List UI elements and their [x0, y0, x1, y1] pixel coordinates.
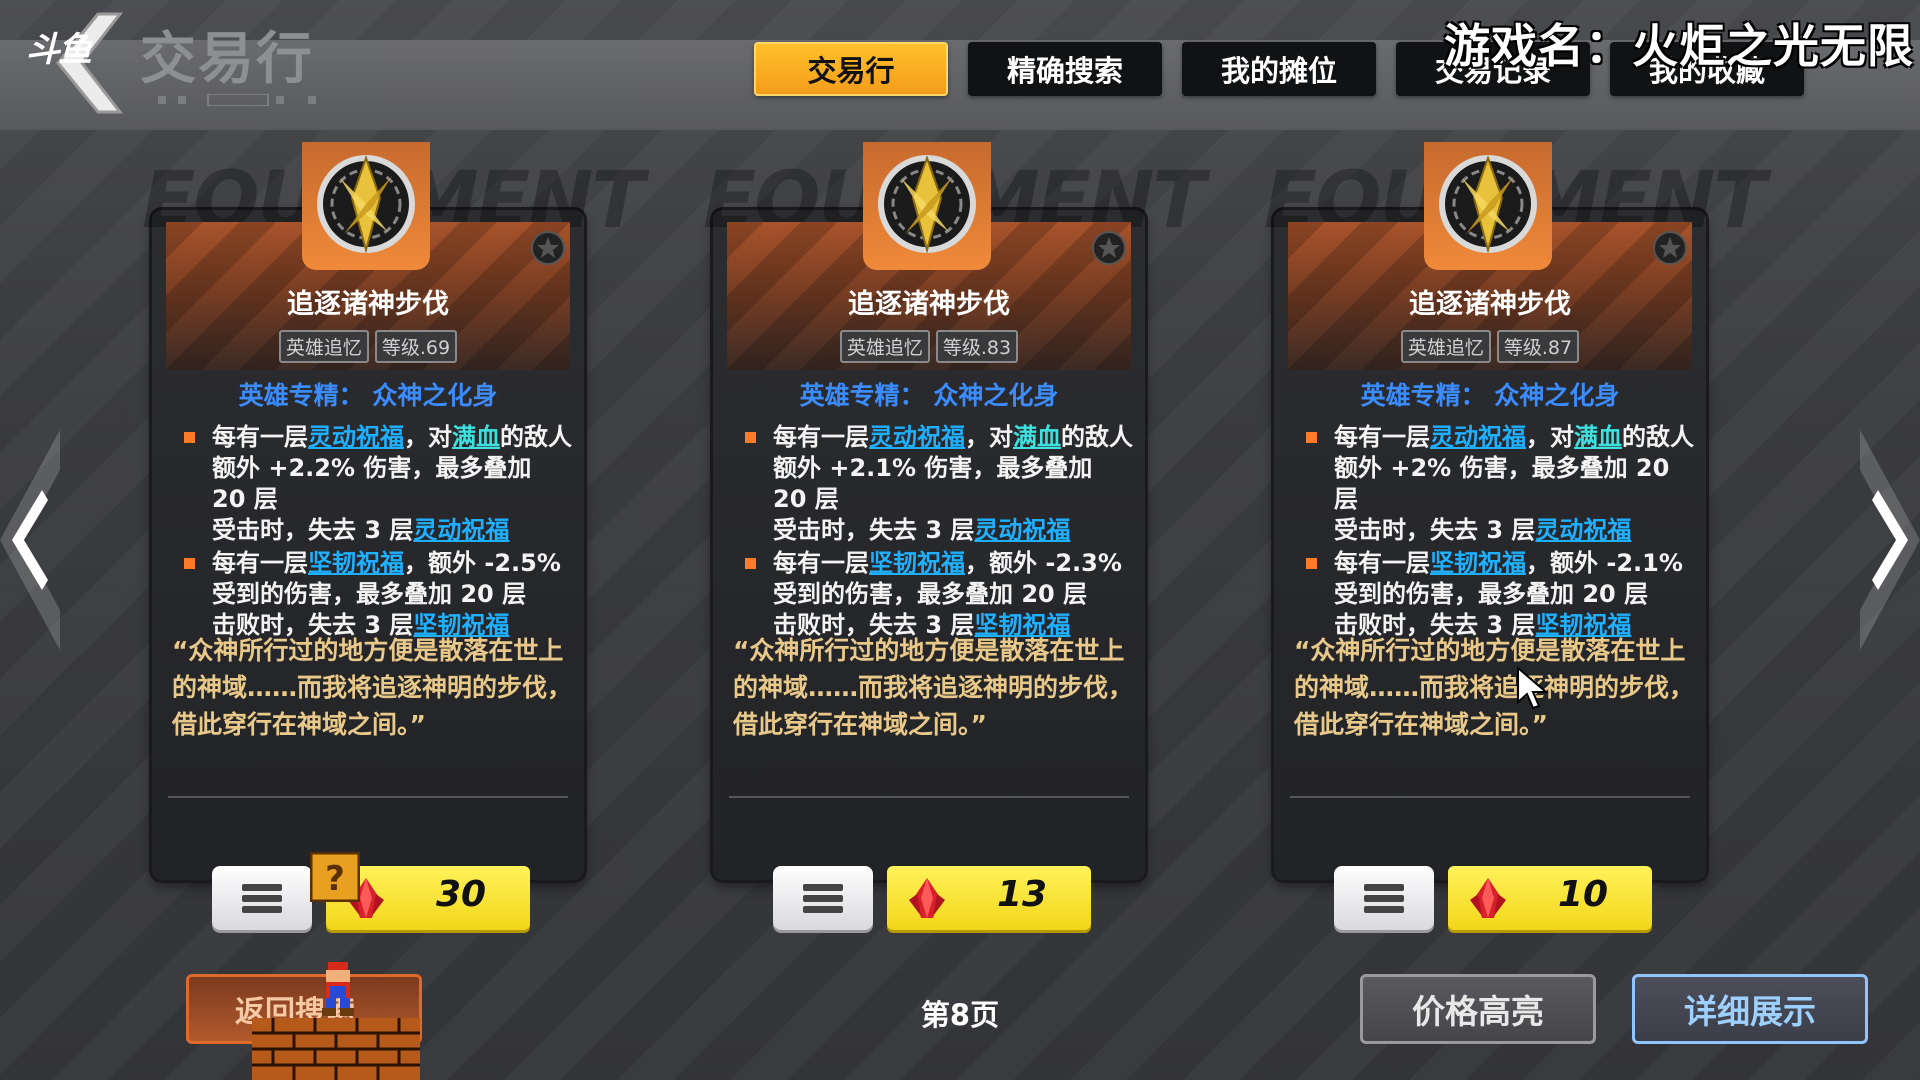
- keyword-link[interactable]: 灵动祝福: [974, 516, 1070, 544]
- item-icon-box: [863, 142, 991, 270]
- right-arrow-icon[interactable]: [1860, 430, 1920, 650]
- affix-text: 受击时，失去 3 层: [1334, 516, 1536, 544]
- tag-type: 英雄追忆: [839, 330, 930, 363]
- affix-1: 每有一层灵动祝福，对满血的敌人额外 +2.1% 伤害，最多叠加 20 层 受击时…: [743, 422, 1133, 546]
- divider: [729, 796, 1129, 798]
- affix-list: 每有一层灵动祝福，对满血的敌人额外 +2.1% 伤害，最多叠加 20 层 受击时…: [743, 422, 1133, 643]
- keyword-link[interactable]: 坚韧祝福: [308, 549, 404, 577]
- listing-card[interactable]: EQUIPMENT 追逐诸神步伐 英雄追忆 等级.69 英雄专精： 众神之化身 …: [142, 142, 645, 880]
- affix-1: 每有一层灵动祝福，对满血的敌人额外 +2% 伤害，最多叠加 20 层 受击时，失…: [1304, 422, 1694, 546]
- flavor-quote: “众神所行过的地方便是散落在世上的神域……而我将追逐神明的步伐，借此穿行在神域之…: [733, 636, 1134, 739]
- item-icon-box: [302, 142, 430, 270]
- hero-spec: 英雄专精： 众神之化身: [152, 376, 584, 412]
- mouse-cursor-icon: [1517, 666, 1549, 710]
- flavor-quote: “众神所行过的地方便是散落在世上的神域……而我将追逐神明的步伐，借此穿行在神域之…: [1294, 636, 1695, 739]
- price-value: 30: [435, 874, 487, 915]
- title-decoration: [158, 94, 316, 106]
- affix-text: ，对: [1526, 423, 1574, 451]
- detail-view-button[interactable]: 详细展示: [1632, 974, 1868, 1044]
- menu-lines-icon[interactable]: [1334, 866, 1434, 930]
- affix-text: 每有一层: [212, 549, 308, 577]
- gold-crest-icon: [878, 154, 976, 254]
- item-name: 追逐诸神步伐: [1409, 289, 1571, 320]
- keyword-link[interactable]: 灵动祝福: [869, 423, 965, 451]
- affix-text: ，对: [404, 423, 452, 451]
- listing-card[interactable]: EQUIPMENT 追逐诸神步伐 英雄追忆 等级.83 英雄专精： 众神之化身 …: [703, 142, 1206, 880]
- affix-2: 每有一层坚韧祝福，额外 -2.3% 受到的伤害，最多叠加 20 层 击败时，失去…: [743, 548, 1133, 641]
- tag-level: 等级.87: [1496, 330, 1580, 363]
- item-icon-box: [1424, 142, 1552, 270]
- red-crystal-icon: [1470, 878, 1506, 918]
- hero-spec: 英雄专精： 众神之化身: [1274, 376, 1706, 412]
- price-value: 13: [996, 874, 1048, 915]
- star-icon[interactable]: [1652, 230, 1688, 266]
- affix-text: 受击时，失去 3 层: [773, 516, 975, 544]
- keyword-link[interactable]: 灵动祝福: [413, 516, 509, 544]
- tab-trading[interactable]: 交易行: [754, 42, 948, 96]
- item-name: 追逐诸神步伐: [287, 289, 449, 320]
- affix-text: 每有一层: [212, 423, 308, 451]
- affix-text: ，对: [965, 423, 1013, 451]
- tag-level: 等级.83: [935, 330, 1019, 363]
- spec-label: 英雄专精：: [238, 381, 364, 410]
- affix-list: 每有一层灵动祝福，对满血的敌人额外 +2% 伤害，最多叠加 20 层 受击时，失…: [1304, 422, 1694, 643]
- red-crystal-icon: [909, 878, 945, 918]
- tab-precise-search[interactable]: 精确搜索: [968, 42, 1162, 96]
- price-button[interactable]: 10: [1448, 866, 1652, 930]
- divider: [168, 796, 568, 798]
- hero-spec: 英雄专精： 众神之化身: [713, 376, 1145, 412]
- price-highlight-button[interactable]: 价格高亮: [1360, 974, 1596, 1044]
- menu-lines-icon[interactable]: [773, 866, 873, 930]
- affix-1: 每有一层灵动祝福，对满血的敌人额外 +2.2% 伤害，最多叠加 20 层 受击时…: [182, 422, 572, 546]
- left-arrow-icon[interactable]: [0, 430, 60, 650]
- question-block-icon: ?: [310, 852, 360, 902]
- keyword-link[interactable]: 灵动祝福: [1535, 516, 1631, 544]
- affix-text: 每有一层: [1334, 423, 1430, 451]
- item-tags: 英雄追忆 等级.69: [152, 330, 584, 363]
- tab-my-stall[interactable]: 我的摊位: [1182, 42, 1376, 96]
- star-icon[interactable]: [530, 230, 566, 266]
- keyword-link[interactable]: 灵动祝福: [308, 423, 404, 451]
- price-value: 10: [1557, 874, 1609, 915]
- gold-crest-icon: [1439, 154, 1537, 254]
- spec-value: 众神之化身: [1494, 381, 1620, 410]
- listing-card[interactable]: EQUIPMENT 追逐诸神步伐 英雄追忆 等级.87 英雄专精： 众神之化身 …: [1264, 142, 1767, 880]
- game-name-watermark: 游戏名：火炬之光无限: [1444, 19, 1914, 73]
- keyword-link[interactable]: 满血: [452, 423, 500, 451]
- tag-type: 英雄追忆: [278, 330, 369, 363]
- item-name: 追逐诸神步伐: [848, 289, 1010, 320]
- spec-label: 英雄专精：: [1360, 381, 1486, 410]
- spec-value: 众神之化身: [372, 381, 498, 410]
- keyword-link[interactable]: 灵动祝福: [1430, 423, 1526, 451]
- spec-value: 众神之化身: [933, 381, 1059, 410]
- price-button[interactable]: 13: [887, 866, 1091, 930]
- gold-crest-icon: [317, 154, 415, 254]
- star-icon[interactable]: [1091, 230, 1127, 266]
- affix-list: 每有一层灵动祝福，对满血的敌人额外 +2.2% 伤害，最多叠加 20 层 受击时…: [182, 422, 572, 643]
- menu-lines-icon[interactable]: [212, 866, 312, 930]
- affix-text: 每有一层: [1334, 549, 1430, 577]
- item-tags: 英雄追忆 等级.87: [1274, 330, 1706, 363]
- streamer-logo: 斗鱼: [26, 30, 92, 70]
- flavor-quote: “众神所行过的地方便是散落在世上的神域……而我将追逐神明的步伐，借此穿行在神域之…: [172, 636, 573, 739]
- keyword-link[interactable]: 满血: [1013, 423, 1061, 451]
- affix-2: 每有一层坚韧祝福，额外 -2.5% 受到的伤害，最多叠加 20 层 击败时，失去…: [182, 548, 572, 641]
- page-title: 交易行: [140, 27, 314, 92]
- affix-2: 每有一层坚韧祝福，额外 -2.1% 受到的伤害，最多叠加 20 层 击败时，失去…: [1304, 548, 1694, 641]
- tag-level: 等级.69: [374, 330, 458, 363]
- item-tags: 英雄追忆 等级.83: [713, 330, 1145, 363]
- keyword-link[interactable]: 满血: [1574, 423, 1622, 451]
- affix-text: 受击时，失去 3 层: [212, 516, 414, 544]
- keyword-link[interactable]: 坚韧祝福: [869, 549, 965, 577]
- keyword-link[interactable]: 坚韧祝福: [1430, 549, 1526, 577]
- tag-type: 英雄追忆: [1400, 330, 1491, 363]
- divider: [1290, 796, 1690, 798]
- svg-text:?: ?: [325, 859, 345, 899]
- affix-text: 每有一层: [773, 549, 869, 577]
- affix-text: 每有一层: [773, 423, 869, 451]
- spec-label: 英雄专精：: [799, 381, 925, 410]
